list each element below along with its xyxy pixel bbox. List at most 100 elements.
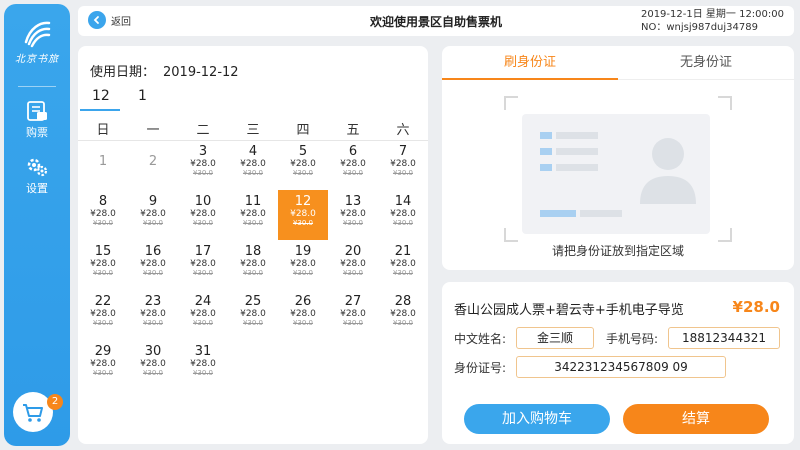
day-price: ¥28.0: [90, 359, 116, 369]
id-number-field[interactable]: 342231234567809 09: [516, 356, 726, 378]
calendar-day[interactable]: 22 ¥28.0 ¥30.0: [78, 290, 128, 340]
day-original-price: ¥30.0: [92, 319, 114, 327]
day-original-price: ¥30.0: [292, 319, 314, 327]
calendar-day[interactable]: 17 ¥28.0 ¥30.0: [178, 240, 228, 290]
day-price: ¥28.0: [90, 309, 116, 319]
weekday-label: 五: [346, 123, 360, 138]
calendar-day[interactable]: 3 ¥28.0 ¥30.0: [178, 140, 228, 190]
calendar-day[interactable]: 15 ¥28.0 ¥30.0: [78, 240, 128, 290]
sidebar-item-buy-ticket[interactable]: 购票: [4, 100, 70, 140]
calendar-day[interactable]: 10 ¥28.0 ¥30.0: [178, 190, 228, 240]
day-number: 13: [344, 194, 362, 209]
day-original-price: ¥30.0: [192, 369, 214, 377]
calendar-day[interactable]: 29 ¥28.0 ¥30.0: [78, 340, 128, 390]
day-price: ¥28.0: [290, 259, 316, 269]
calendar-day[interactable]: 9 ¥28.0 ¥30.0: [128, 190, 178, 240]
weekday-label: 六: [396, 123, 410, 138]
day-original-price: ¥30.0: [392, 269, 414, 277]
day-price: ¥28.0: [190, 309, 216, 319]
calendar-panel: 使用日期： 2019-12-12 12 1 日 一 二 三 四 五 六 1 2 3 ¥2…: [78, 46, 428, 444]
day-number: 11: [244, 194, 262, 209]
phone-field[interactable]: 18812344321: [668, 327, 780, 349]
calendar-day[interactable]: 4 ¥28.0 ¥30.0: [228, 140, 278, 190]
id-scan-area: [504, 96, 732, 256]
day-price: ¥28.0: [140, 259, 166, 269]
month-tab-indicator: [80, 109, 120, 111]
logo-text: 北京书旅: [15, 54, 59, 65]
day-original-price: ¥30.0: [242, 219, 264, 227]
calendar-day[interactable]: 30 ¥28.0 ¥30.0: [128, 340, 178, 390]
scan-corner: [504, 228, 518, 242]
calendar-day[interactable]: 18 ¥28.0 ¥30.0: [228, 240, 278, 290]
tab-month-12[interactable]: 12: [92, 88, 110, 104]
id-card-illustration-icon: [522, 114, 710, 234]
day-price: ¥28.0: [390, 159, 416, 169]
day-number: 10: [194, 194, 212, 209]
day-original-price: ¥30.0: [142, 269, 164, 277]
day-original-price: ¥30.0: [92, 269, 114, 277]
calendar-day[interactable]: 27 ¥28.0 ¥30.0: [328, 290, 378, 340]
day-number: 6: [348, 144, 358, 159]
day-price: ¥28.0: [140, 209, 166, 219]
calendar-day[interactable]: 25 ¥28.0 ¥30.0: [228, 290, 278, 340]
day-price: ¥28.0: [390, 259, 416, 269]
id-number-label: 身份证号:: [454, 361, 507, 375]
day-number: 24: [194, 294, 212, 309]
day-original-price: ¥30.0: [292, 219, 314, 227]
day-original-price: ¥30.0: [242, 319, 264, 327]
scan-corner: [718, 228, 732, 242]
day-number: 12: [294, 194, 312, 209]
calendar-day[interactable]: 5 ¥28.0 ¥30.0: [278, 140, 328, 190]
machine-number: NO：wnjsj987duj34789: [640, 22, 758, 33]
day-number: 4: [248, 144, 258, 159]
day-price: ¥28.0: [290, 159, 316, 169]
calendar-day[interactable]: 19 ¥28.0 ¥30.0: [278, 240, 328, 290]
day-original-price: ¥30.0: [142, 219, 164, 227]
checkout-button[interactable]: 结算: [623, 404, 769, 434]
usage-date-label: 使用日期：: [90, 65, 156, 80]
calendar-day[interactable]: 20 ¥28.0 ¥30.0: [328, 240, 378, 290]
day-original-price: ¥30.0: [292, 169, 314, 177]
day-price: ¥28.0: [190, 259, 216, 269]
gear-icon: [27, 158, 48, 177]
day-price: ¥28.0: [340, 309, 366, 319]
tab-month-1[interactable]: 1: [138, 88, 147, 104]
add-to-cart-button[interactable]: 加入购物车: [464, 404, 610, 434]
day-original-price: ¥30.0: [192, 219, 214, 227]
calendar-day[interactable]: 6 ¥28.0 ¥30.0: [328, 140, 378, 190]
day-price: ¥28.0: [290, 209, 316, 219]
calendar-day[interactable]: 23 ¥28.0 ¥30.0: [128, 290, 178, 340]
calendar-day[interactable]: 21 ¥28.0 ¥30.0: [378, 240, 428, 290]
calendar-day[interactable]: 26 ¥28.0 ¥30.0: [278, 290, 328, 340]
day-price: ¥28.0: [290, 309, 316, 319]
tab-swipe-id[interactable]: 刷身份证: [442, 46, 618, 80]
weekday-label: 二: [196, 123, 210, 138]
sidebar-item-settings[interactable]: 设置: [4, 156, 70, 196]
day-number: 21: [394, 244, 412, 259]
day-number: 30: [144, 344, 162, 359]
day-price: ¥28.0: [390, 309, 416, 319]
day-price: ¥28.0: [240, 209, 266, 219]
day-number: 29: [94, 344, 112, 359]
calendar-day[interactable]: 24 ¥28.0 ¥30.0: [178, 290, 228, 340]
calendar-day[interactable]: 16 ¥28.0 ¥30.0: [128, 240, 178, 290]
calendar-day[interactable]: 7 ¥28.0 ¥30.0: [378, 140, 428, 190]
day-original-price: ¥30.0: [192, 169, 214, 177]
calendar-day[interactable]: 14 ¥28.0 ¥30.0: [378, 190, 428, 240]
day-original-price: ¥30.0: [392, 219, 414, 227]
calendar-day[interactable]: 13 ¥28.0 ¥30.0: [328, 190, 378, 240]
day-price: ¥28.0: [240, 159, 266, 169]
calendar-day[interactable]: 8 ¥28.0 ¥30.0: [78, 190, 128, 240]
calendar-day[interactable]: 31 ¥28.0 ¥30.0: [178, 340, 228, 390]
day-number: 22: [94, 294, 112, 309]
name-field[interactable]: 金三顺: [516, 327, 594, 349]
day-original-price: ¥30.0: [92, 219, 114, 227]
tab-no-id[interactable]: 无身份证: [618, 46, 794, 80]
day-price: ¥28.0: [340, 209, 366, 219]
calendar-day[interactable]: 28 ¥28.0 ¥30.0: [378, 290, 428, 340]
calendar-day[interactable]: 11 ¥28.0 ¥30.0: [228, 190, 278, 240]
calendar-day-selected[interactable]: 12 ¥28.0 ¥30.0: [278, 190, 328, 240]
day-price: ¥28.0: [90, 209, 116, 219]
day-number: 25: [244, 294, 262, 309]
sidebar-item-label: 购票: [26, 126, 48, 139]
